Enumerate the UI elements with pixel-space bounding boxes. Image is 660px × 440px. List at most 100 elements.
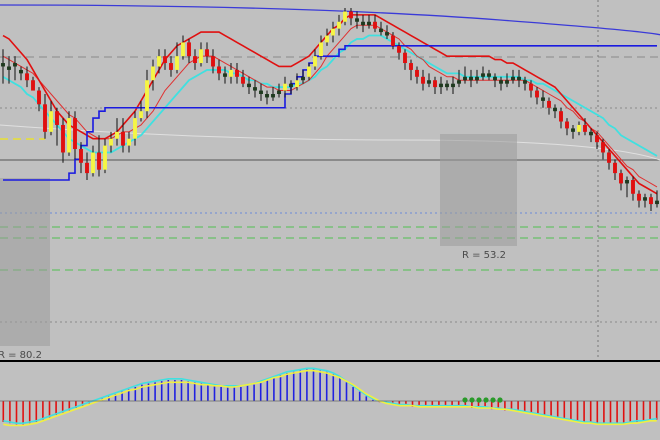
candle-body <box>493 76 497 81</box>
candle-body <box>187 42 191 57</box>
candle-body <box>619 173 623 184</box>
candle-body <box>205 49 209 57</box>
oscillator-dot <box>476 397 482 403</box>
candle-body <box>601 142 605 153</box>
candle-body <box>145 80 149 112</box>
regression-box <box>0 178 50 346</box>
candle-body <box>109 138 113 146</box>
candle-body <box>277 90 281 94</box>
candle-body <box>43 104 47 132</box>
candle-body <box>295 80 299 88</box>
candle-body <box>427 80 431 84</box>
candle-body <box>217 66 221 74</box>
candle-body <box>121 131 125 146</box>
regression-label: R = 80.2 <box>0 350 42 361</box>
candle-body <box>85 162 89 174</box>
candle-body <box>13 63 17 67</box>
candle-body <box>511 76 515 81</box>
candle-body <box>481 73 485 77</box>
candle-body <box>247 83 251 88</box>
regression-label: R = 53.2 <box>462 250 506 261</box>
candle-body <box>397 45 401 53</box>
candle-body <box>595 135 599 143</box>
candle-body <box>265 94 269 98</box>
candle-body <box>415 69 419 77</box>
candle-body <box>61 124 65 153</box>
candle-body <box>229 69 233 77</box>
candle-body <box>139 111 143 119</box>
candle-body <box>343 11 347 22</box>
candle-body <box>253 87 257 91</box>
candle-body <box>19 69 23 74</box>
candle-body <box>325 35 329 43</box>
candle-body <box>403 52 407 64</box>
candle-body <box>625 180 629 184</box>
candle-body <box>199 49 203 64</box>
candle-body <box>115 131 119 139</box>
candle-body <box>55 111 59 125</box>
price-panel-background <box>0 0 660 360</box>
candle-body <box>523 80 527 84</box>
candle-body <box>7 66 11 70</box>
candle-body <box>319 42 323 57</box>
candle-body <box>655 200 659 205</box>
candle-body <box>313 56 317 67</box>
candle-body <box>559 111 563 122</box>
candle-body <box>31 80 35 91</box>
candle-body <box>649 197 653 205</box>
candle-body <box>301 76 305 81</box>
regression-box <box>440 134 517 246</box>
candle-body <box>307 66 311 77</box>
candle-body <box>391 35 395 46</box>
price-chart-svg: R = 80.2 R = 53.2 <box>0 0 660 440</box>
oscillator-dot <box>490 397 496 403</box>
trading-chart: R = 80.2 R = 53.2 <box>0 0 660 440</box>
candle-body <box>271 94 275 98</box>
candle-body <box>181 42 185 57</box>
candle-body <box>463 76 467 81</box>
candle-body <box>97 152 101 170</box>
candle-body <box>193 56 197 64</box>
candle-body <box>421 76 425 84</box>
candle-body <box>379 28 383 33</box>
candle-body <box>163 56 167 64</box>
candle-body <box>91 152 95 174</box>
candle-body <box>127 138 131 146</box>
candle-body <box>73 118 77 150</box>
candle-body <box>367 21 371 26</box>
candle-body <box>79 149 83 163</box>
candle-body <box>103 145 107 170</box>
candle-body <box>451 83 455 88</box>
candle-body <box>541 97 545 101</box>
candle-body <box>1 63 5 67</box>
candle-body <box>439 83 443 88</box>
candle-body <box>259 90 263 94</box>
candle-body <box>169 63 173 70</box>
candle-body <box>517 76 521 81</box>
candle-body <box>355 18 359 22</box>
candle-body <box>283 83 287 91</box>
candle-body <box>409 63 413 70</box>
candle-body <box>529 83 533 91</box>
candle-body <box>445 83 449 88</box>
candle-body <box>49 111 53 132</box>
candle-body <box>373 21 377 29</box>
candle-body <box>571 128 575 132</box>
oscillator-dot <box>469 397 475 403</box>
candle-body <box>637 193 641 201</box>
candle-body <box>289 83 293 88</box>
candle-body <box>457 80 461 84</box>
oscillator-dot <box>462 397 468 403</box>
candle-body <box>613 162 617 174</box>
candle-body <box>175 56 179 70</box>
candle-body <box>349 11 353 19</box>
candle-body <box>499 80 503 84</box>
candle-body <box>535 90 539 98</box>
candle-body <box>589 131 593 136</box>
candle-body <box>547 100 551 108</box>
candle-body <box>385 32 389 36</box>
candle-body <box>577 124 581 132</box>
candle-body <box>157 56 161 67</box>
candle-body <box>67 118 71 153</box>
candle-body <box>433 80 437 88</box>
